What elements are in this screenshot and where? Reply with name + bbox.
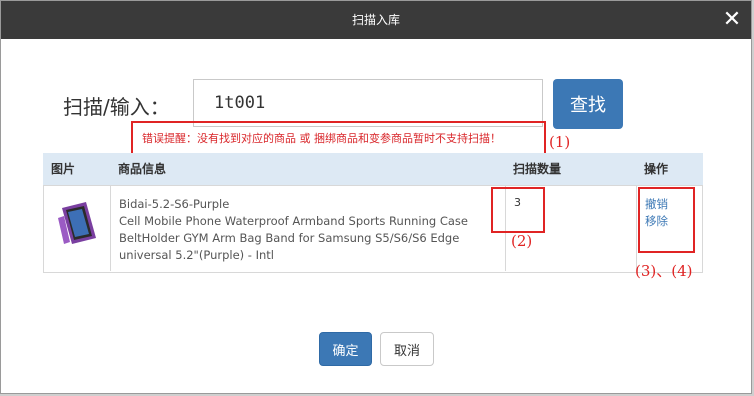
scan-results-table: 图片 商品信息 扫描数量 操作 Bidai-5.2-S6-Purple Cell… bbox=[43, 153, 703, 273]
scan-stock-in-modal: 扫描入库 ✕ 扫描/输入： 查找 错误提醒：没有找到对应的商品 或 捆绑商品和变… bbox=[0, 0, 752, 394]
col-header-image: 图片 bbox=[51, 162, 76, 176]
annotation-2: (2) bbox=[511, 232, 533, 250]
scan-input[interactable] bbox=[193, 79, 543, 127]
product-info: Bidai-5.2-S6-Purple Cell Mobile Phone Wa… bbox=[119, 196, 489, 264]
product-description-line: BeltHolder GYM Arm Bag Band for Samsung … bbox=[119, 231, 460, 245]
col-header-actions: 操作 bbox=[644, 162, 669, 176]
annotation-1: (1) bbox=[549, 133, 571, 151]
cancel-button[interactable]: 取消 bbox=[380, 332, 434, 366]
modal-title: 扫描入库 bbox=[351, 13, 400, 27]
table-row: Bidai-5.2-S6-Purple Cell Mobile Phone Wa… bbox=[43, 185, 703, 273]
qty-highlight-box bbox=[491, 187, 545, 233]
modal-header: 扫描入库 ✕ bbox=[1, 1, 751, 39]
col-header-scan-qty: 扫描数量 bbox=[513, 162, 562, 176]
confirm-button[interactable]: 确定 bbox=[319, 332, 372, 366]
table-header: 图片 商品信息 扫描数量 操作 bbox=[43, 153, 703, 185]
product-description-line: universal 5.2"(Purple) - Intl bbox=[119, 248, 274, 262]
product-description-line: Cell Mobile Phone Waterproof Armband Spo… bbox=[119, 214, 468, 228]
col-header-product-info: 商品信息 bbox=[118, 162, 167, 176]
armband-product-image bbox=[58, 202, 96, 244]
find-button[interactable]: 查找 bbox=[553, 79, 623, 129]
product-sku: Bidai-5.2-S6-Purple bbox=[119, 197, 230, 211]
annotation-3-4: (3)、(4) bbox=[635, 262, 693, 280]
column-divider bbox=[110, 185, 111, 271]
actions-highlight-box bbox=[638, 187, 695, 253]
scan-input-label: 扫描/输入： bbox=[63, 95, 170, 119]
close-icon[interactable]: ✕ bbox=[719, 7, 745, 33]
error-message: 错误提醒：没有找到对应的商品 或 捆绑商品和变参商品暂时不支持扫描！ bbox=[142, 132, 501, 145]
column-divider bbox=[636, 185, 637, 271]
